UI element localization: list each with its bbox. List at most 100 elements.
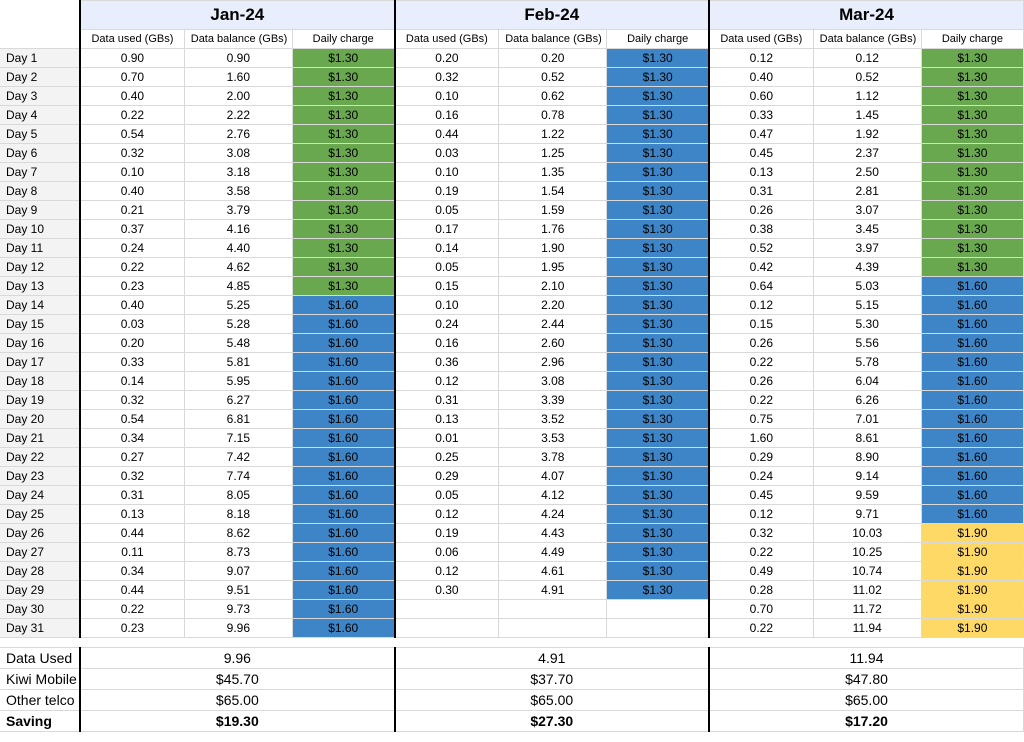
data-balance-cell: 9.73 bbox=[184, 600, 292, 619]
daily-charge-cell: $1.60 bbox=[292, 448, 394, 467]
data-balance-cell: 5.28 bbox=[184, 315, 292, 334]
data-balance-cell: 0.12 bbox=[813, 49, 921, 68]
daily-charge-cell: $1.30 bbox=[921, 182, 1023, 201]
daily-charge-cell: $1.30 bbox=[292, 182, 394, 201]
data-balance-cell: 8.05 bbox=[184, 486, 292, 505]
data-used-cell: 0.38 bbox=[709, 220, 813, 239]
data-balance-cell: 7.01 bbox=[813, 410, 921, 429]
data-used-cell: 0.12 bbox=[709, 505, 813, 524]
summary-value-kiwi: $45.70 bbox=[80, 669, 394, 690]
daily-charge-cell: $1.30 bbox=[292, 106, 394, 125]
day-label: Day 31 bbox=[0, 619, 80, 638]
daily-charge-cell: $1.60 bbox=[921, 505, 1023, 524]
data-used-cell: 0.05 bbox=[395, 486, 499, 505]
data-balance-cell: 10.74 bbox=[813, 562, 921, 581]
daily-charge-cell: $1.30 bbox=[607, 182, 709, 201]
data-used-cell: 0.44 bbox=[80, 524, 184, 543]
data-balance-cell: 2.96 bbox=[499, 353, 607, 372]
data-balance-cell: 4.24 bbox=[499, 505, 607, 524]
summary-value-other: $65.00 bbox=[80, 690, 394, 711]
data-used-cell: 0.34 bbox=[80, 429, 184, 448]
data-used-cell: 0.23 bbox=[80, 619, 184, 638]
data-balance-cell: 1.60 bbox=[184, 68, 292, 87]
data-balance-cell: 8.90 bbox=[813, 448, 921, 467]
daily-charge-cell: $1.90 bbox=[921, 600, 1023, 619]
data-balance-cell: 6.81 bbox=[184, 410, 292, 429]
daily-charge-cell: $1.30 bbox=[292, 68, 394, 87]
data-balance-cell: 3.08 bbox=[499, 372, 607, 391]
data-used-cell: 0.14 bbox=[80, 372, 184, 391]
daily-charge-cell: $1.90 bbox=[921, 524, 1023, 543]
day-label: Day 13 bbox=[0, 277, 80, 296]
data-balance-cell: 5.81 bbox=[184, 353, 292, 372]
data-balance-cell: 2.22 bbox=[184, 106, 292, 125]
data-balance-cell: 1.25 bbox=[499, 144, 607, 163]
day-label: Day 8 bbox=[0, 182, 80, 201]
data-balance-cell: 7.42 bbox=[184, 448, 292, 467]
daily-charge-cell: $1.30 bbox=[921, 239, 1023, 258]
daily-charge-cell: $1.60 bbox=[921, 372, 1023, 391]
daily-charge-cell: $1.60 bbox=[292, 543, 394, 562]
data-balance-cell: 8.18 bbox=[184, 505, 292, 524]
daily-charge-cell: $1.30 bbox=[607, 125, 709, 144]
data-used-cell: 0.15 bbox=[395, 277, 499, 296]
usage-table: Jan-24Feb-24Mar-24Data used (GBs)Data ba… bbox=[0, 0, 1024, 732]
daily-charge-cell: $1.30 bbox=[921, 144, 1023, 163]
data-used-cell: 0.37 bbox=[80, 220, 184, 239]
data-used-cell: 0.20 bbox=[395, 49, 499, 68]
day-label: Day 20 bbox=[0, 410, 80, 429]
data-balance-cell: 3.18 bbox=[184, 163, 292, 182]
daily-charge-cell: $1.60 bbox=[292, 524, 394, 543]
data-used-cell: 0.22 bbox=[80, 106, 184, 125]
daily-charge-cell: $1.60 bbox=[921, 391, 1023, 410]
data-balance-cell: 9.14 bbox=[813, 467, 921, 486]
data-used-cell: 0.16 bbox=[395, 106, 499, 125]
day-label: Day 16 bbox=[0, 334, 80, 353]
summary-value-dataUsed: 11.94 bbox=[709, 648, 1024, 669]
data-used-cell: 0.11 bbox=[80, 543, 184, 562]
data-balance-cell: 5.15 bbox=[813, 296, 921, 315]
daily-charge-cell: $1.30 bbox=[292, 277, 394, 296]
data-balance-cell: 3.45 bbox=[813, 220, 921, 239]
daily-charge-cell: $1.60 bbox=[921, 353, 1023, 372]
daily-charge-cell: $1.30 bbox=[607, 486, 709, 505]
day-label: Day 28 bbox=[0, 562, 80, 581]
daily-charge-cell: $1.30 bbox=[292, 125, 394, 144]
data-balance-cell: 9.71 bbox=[813, 505, 921, 524]
data-used-cell: 0.36 bbox=[395, 353, 499, 372]
daily-charge-cell: $1.30 bbox=[607, 239, 709, 258]
data-used-cell: 0.22 bbox=[80, 600, 184, 619]
day-label: Day 14 bbox=[0, 296, 80, 315]
data-used-cell: 0.21 bbox=[80, 201, 184, 220]
daily-charge-cell: $1.30 bbox=[607, 524, 709, 543]
day-label: Day 17 bbox=[0, 353, 80, 372]
daily-charge-cell: $1.60 bbox=[292, 467, 394, 486]
day-label: Day 10 bbox=[0, 220, 80, 239]
data-balance-cell: 1.76 bbox=[499, 220, 607, 239]
daily-charge-cell: $1.30 bbox=[607, 448, 709, 467]
data-used-cell: 0.24 bbox=[709, 467, 813, 486]
data-used-cell bbox=[395, 619, 499, 638]
daily-charge-cell: $1.60 bbox=[292, 391, 394, 410]
data-balance-cell: 0.52 bbox=[813, 68, 921, 87]
day-label: Day 29 bbox=[0, 581, 80, 600]
daily-charge-cell: $1.60 bbox=[921, 334, 1023, 353]
data-balance-cell: 3.08 bbox=[184, 144, 292, 163]
data-used-cell: 0.70 bbox=[80, 68, 184, 87]
summary-value-saving: $27.30 bbox=[395, 711, 709, 732]
data-balance-cell: 2.81 bbox=[813, 182, 921, 201]
daily-charge-cell: $1.30 bbox=[607, 391, 709, 410]
daily-charge-cell: $1.30 bbox=[607, 220, 709, 239]
data-used-cell: 0.70 bbox=[709, 600, 813, 619]
data-used-cell: 0.17 bbox=[395, 220, 499, 239]
summary-value-saving: $17.20 bbox=[709, 711, 1024, 732]
day-label: Day 6 bbox=[0, 144, 80, 163]
data-used-cell: 0.22 bbox=[709, 543, 813, 562]
data-balance-cell: 4.91 bbox=[499, 581, 607, 600]
data-used-cell: 0.16 bbox=[395, 334, 499, 353]
daily-charge-cell: $1.60 bbox=[921, 448, 1023, 467]
data-used-cell: 0.40 bbox=[80, 87, 184, 106]
daily-charge-cell: $1.30 bbox=[607, 429, 709, 448]
daily-charge-cell: $1.30 bbox=[292, 220, 394, 239]
data-balance-cell: 9.96 bbox=[184, 619, 292, 638]
